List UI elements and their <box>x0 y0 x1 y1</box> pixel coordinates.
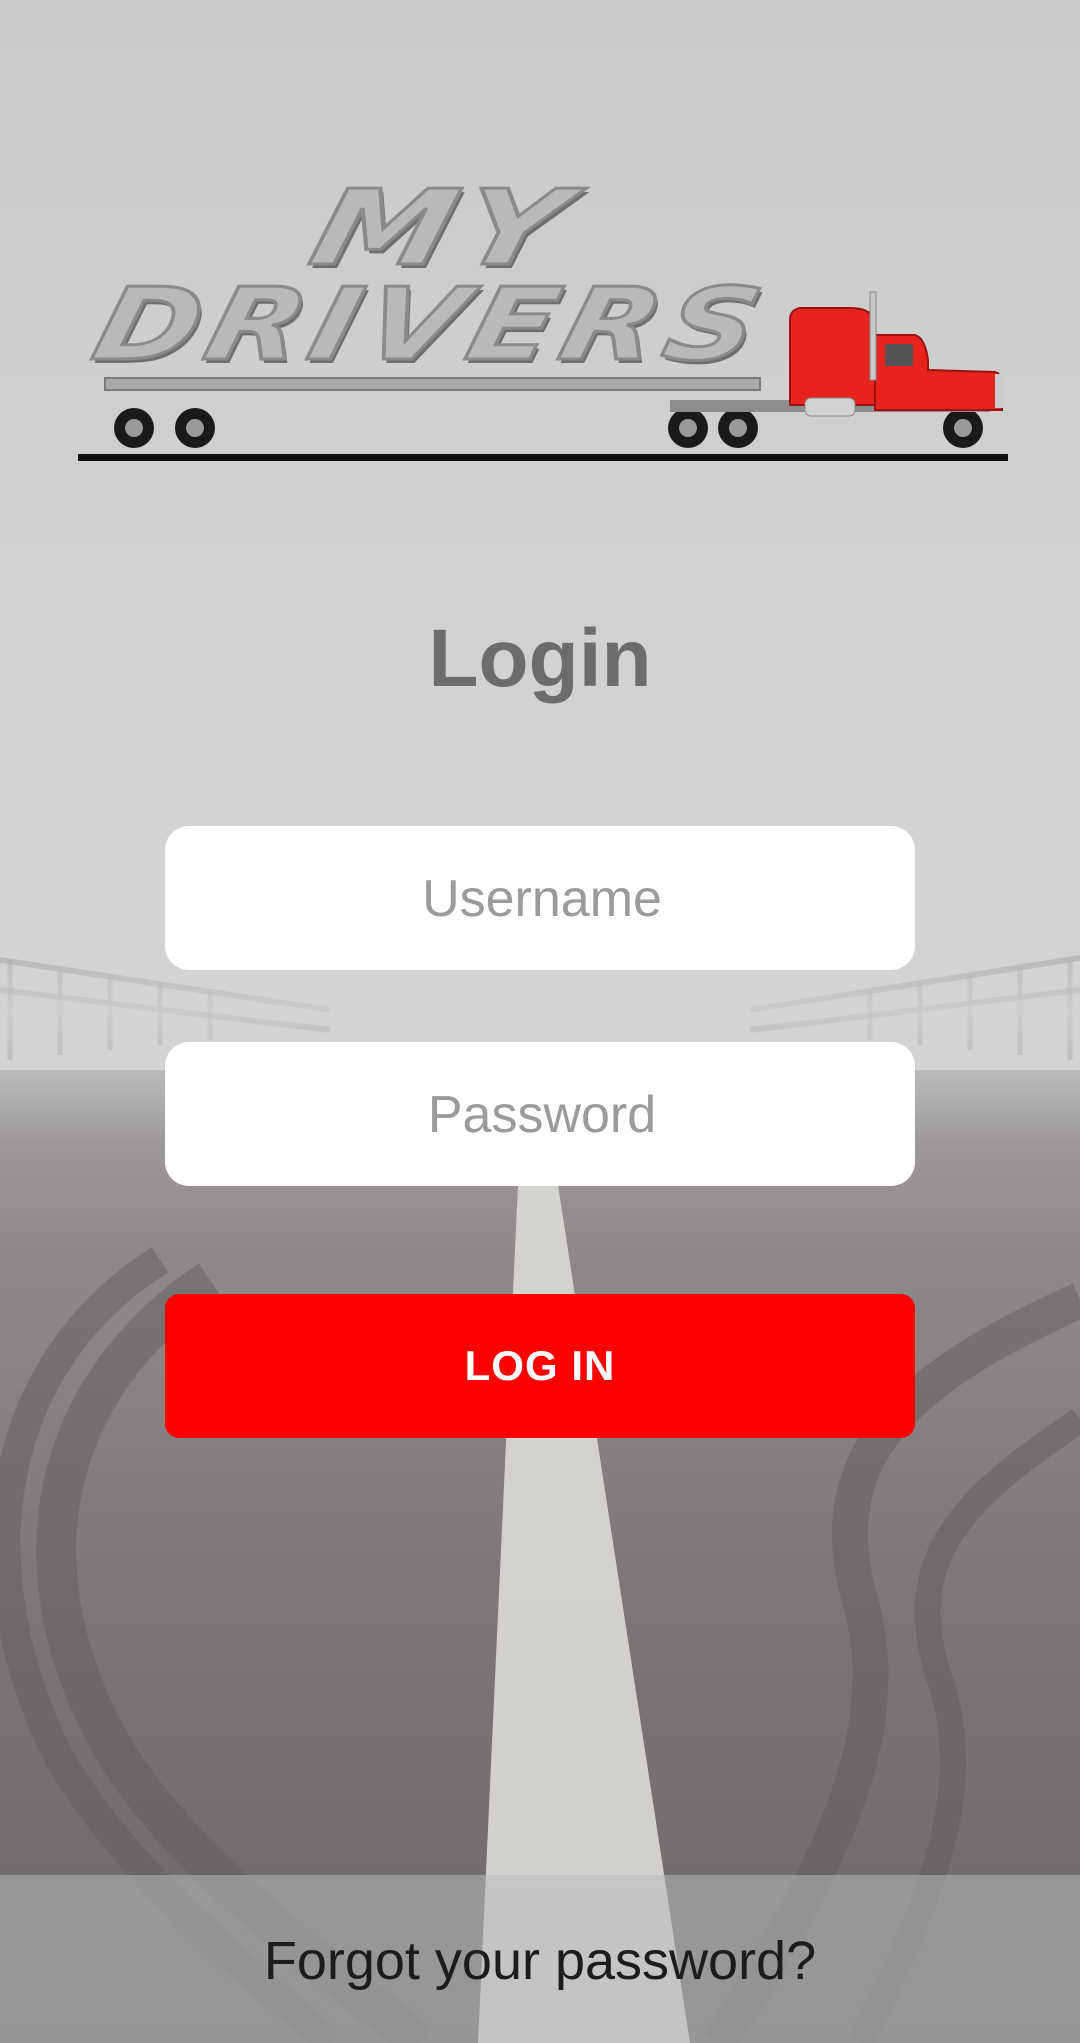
log-in-button[interactable]: LOG IN <box>165 1294 915 1438</box>
logo-wordmark-drivers: DRIVERS <box>81 264 781 384</box>
password-field-container <box>165 1042 919 1188</box>
username-field-container <box>165 826 919 972</box>
forgot-password-link[interactable]: Forgot your password? <box>0 1931 1080 1991</box>
password-input[interactable] <box>165 1042 919 1188</box>
username-input[interactable] <box>165 826 919 972</box>
login-screen: MY DRIVERS Login LOG IN Forgot your pass… <box>0 0 1080 2043</box>
page-title: Login <box>428 613 652 704</box>
my-drivers-logo: MY DRIVERS <box>70 160 1020 480</box>
logo-wordmark-my: MY <box>298 165 590 290</box>
